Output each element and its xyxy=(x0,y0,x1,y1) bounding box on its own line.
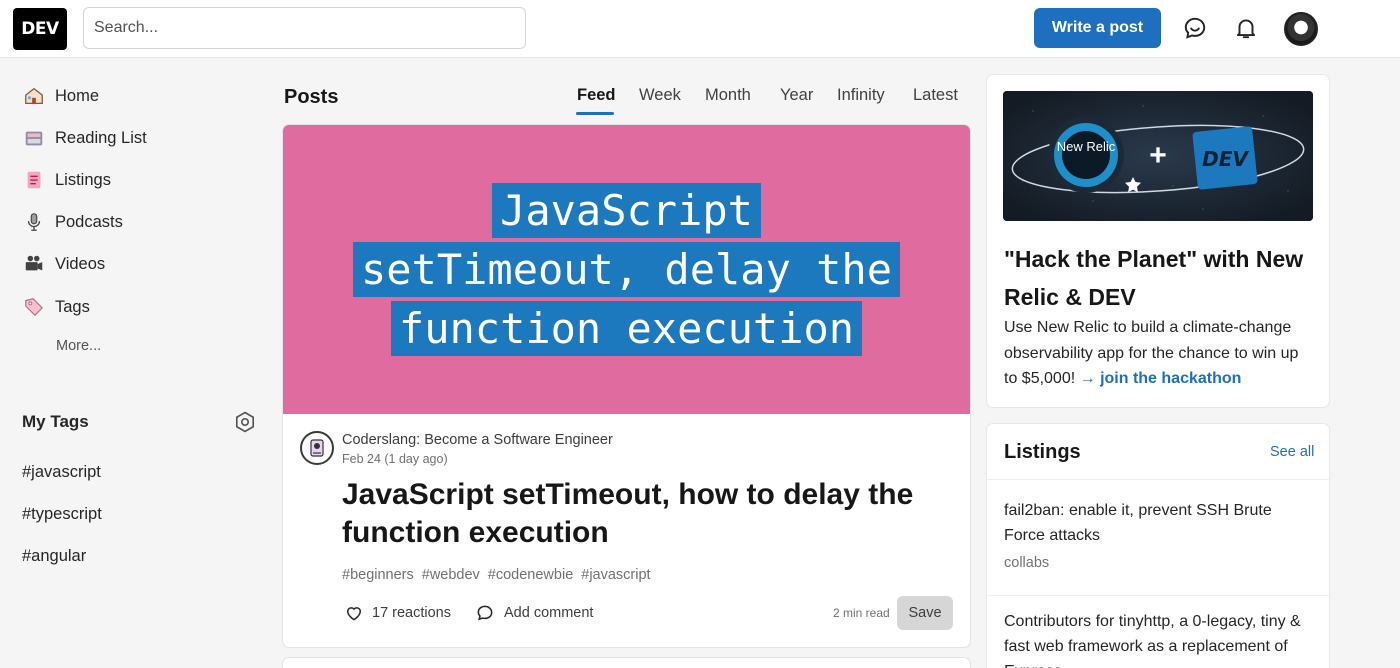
listing-item-title[interactable]: fail2ban: enable it, prevent SSH Brute F… xyxy=(1004,498,1314,548)
sidebar-item-label: Tags xyxy=(55,297,90,316)
reactions-count: 17 reactions xyxy=(372,605,451,621)
write-post-button[interactable]: Write a post xyxy=(1034,8,1161,48)
promo-plus-text: + xyxy=(1149,139,1167,172)
divider xyxy=(987,479,1329,480)
cover-text-line: function execution xyxy=(390,301,863,356)
sidebar-item-listings[interactable]: Listings xyxy=(22,166,111,194)
cover-text-line: setTimeout, delay the xyxy=(352,242,900,297)
promo-dev-text: DEV xyxy=(1202,147,1249,171)
top-header: DEV Write a post xyxy=(0,0,1400,58)
cover-text-line: JavaScript xyxy=(492,183,761,238)
join-hackathon-link[interactable]: → join the hackathon xyxy=(1080,370,1242,387)
tab-feed[interactable]: Feed xyxy=(577,86,616,105)
my-tag-link[interactable]: #javascript xyxy=(22,463,101,482)
listing-item-category: collabs xyxy=(1004,555,1050,571)
comment-icon xyxy=(475,603,495,623)
sidebar-item-videos[interactable]: Videos xyxy=(22,250,105,278)
tab-year[interactable]: Year xyxy=(780,86,813,105)
microphone-icon xyxy=(22,210,46,234)
listings-icon xyxy=(22,168,46,192)
my-tags-heading: My Tags xyxy=(22,412,89,431)
read-time: 2 min read xyxy=(833,606,890,620)
sidebar-item-label: Reading List xyxy=(55,128,147,147)
post-tag-link[interactable]: #webdev xyxy=(422,567,480,583)
dev-logo[interactable]: DEV xyxy=(13,8,67,50)
reading-list-icon xyxy=(22,126,46,150)
save-button[interactable]: Save xyxy=(897,596,953,630)
my-tag-link[interactable]: #angular xyxy=(22,547,86,566)
post-title[interactable]: JavaScript setTimeout, how to delay the … xyxy=(342,476,952,552)
post-date: Feb 24 (1 day ago) xyxy=(342,452,448,466)
post-tag-link[interactable]: #beginners xyxy=(342,567,414,583)
chat-icon[interactable] xyxy=(1181,14,1209,42)
add-comment-button[interactable]: Add comment xyxy=(475,603,593,623)
sidebar-more-link[interactable]: More... xyxy=(56,338,101,354)
next-post-card[interactable] xyxy=(283,658,970,668)
sidebar-item-label: Podcasts xyxy=(55,212,123,231)
tag-icon xyxy=(22,295,46,319)
user-avatar[interactable] xyxy=(1284,12,1318,46)
divider xyxy=(987,595,1329,596)
sidebar-item-label: Videos xyxy=(55,254,106,273)
sidebar-item-home[interactable]: Home xyxy=(22,82,99,110)
video-camera-icon xyxy=(22,252,46,276)
promo-new-relic-text: New Relic xyxy=(1057,139,1116,154)
tab-month[interactable]: Month xyxy=(705,86,751,105)
gear-icon[interactable] xyxy=(233,410,257,434)
tab-infinity[interactable]: Infinity xyxy=(837,86,885,105)
heart-icon xyxy=(344,603,364,623)
my-tag-link[interactable]: #typescript xyxy=(22,505,102,524)
posts-heading: Posts xyxy=(284,86,339,108)
post-card[interactable]: JavaScript setTimeout, delay the functio… xyxy=(283,125,970,647)
tab-latest[interactable]: Latest xyxy=(913,86,958,105)
post-tag-link[interactable]: #codenewbie xyxy=(488,567,573,583)
house-icon xyxy=(22,84,46,108)
tab-week[interactable]: Week xyxy=(639,86,681,105)
post-tags: #beginners #webdev #codenewbie #javascri… xyxy=(342,567,651,583)
see-all-link[interactable]: See all xyxy=(1270,444,1314,460)
author-avatar[interactable] xyxy=(300,431,334,465)
post-cover-image[interactable]: JavaScript setTimeout, delay the functio… xyxy=(283,125,970,414)
promo-text: Use New Relic to build a climate-change … xyxy=(1004,315,1314,392)
sidebar-item-podcasts[interactable]: Podcasts xyxy=(22,208,123,236)
post-tag-link[interactable]: #javascript xyxy=(581,567,650,583)
sidebar-item-tags[interactable]: Tags xyxy=(22,293,90,321)
promo-banner-image[interactable]: New Relic + DEV xyxy=(1003,91,1313,221)
add-comment-label: Add comment xyxy=(504,605,594,621)
promo-title[interactable]: "Hack the Planet" with New Relic & DEV xyxy=(1004,240,1314,316)
sidebar-item-reading-list[interactable]: Reading List xyxy=(22,124,147,152)
search-input[interactable] xyxy=(83,7,526,49)
active-tab-indicator xyxy=(576,112,614,115)
reactions-button[interactable]: 17 reactions xyxy=(344,603,451,623)
sidebar-item-label: Listings xyxy=(55,170,111,189)
sidebar-item-label: Home xyxy=(55,86,100,105)
author-name[interactable]: Coderslang: Become a Software Engineer xyxy=(342,432,613,448)
listings-heading: Listings xyxy=(1004,441,1081,463)
bell-icon[interactable] xyxy=(1232,14,1260,42)
listings-widget: Listings See all fail2ban: enable it, pr… xyxy=(987,424,1329,668)
listing-item-title[interactable]: Contributors for tinyhttp, a 0-legacy, t… xyxy=(1004,609,1314,668)
sponsor-promo-card: New Relic + DEV "Hack the Planet" with N… xyxy=(987,75,1329,407)
